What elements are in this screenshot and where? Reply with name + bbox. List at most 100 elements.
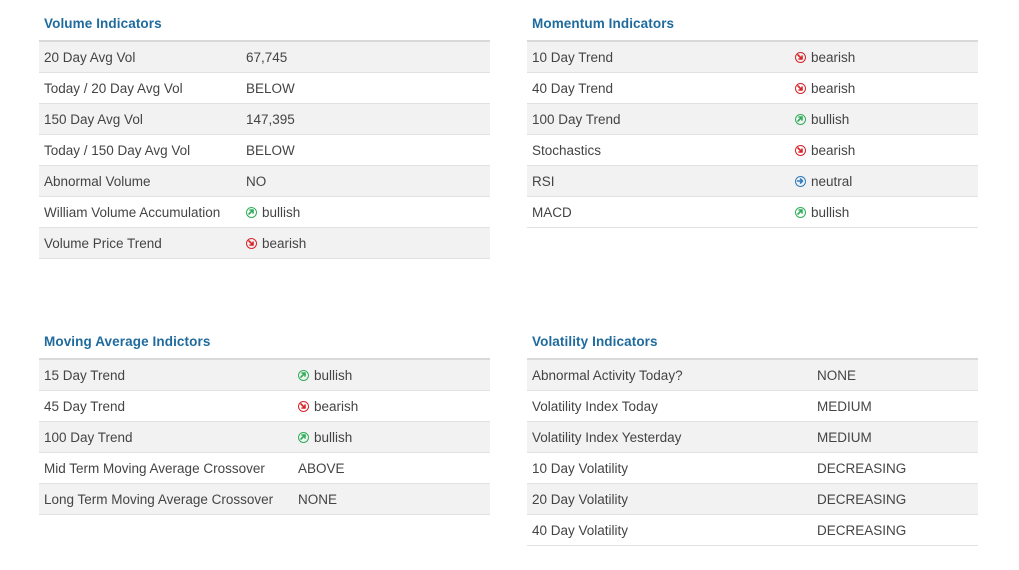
table-row: Abnormal Activity Today? NONE [527, 360, 978, 391]
table-row: 15 Day Trend bullish [39, 360, 490, 391]
neutral-arrow-icon [795, 175, 806, 187]
indicator-value: MEDIUM [817, 429, 872, 445]
bullish-arrow-icon [795, 113, 806, 125]
indicator-label: Stochastics [532, 142, 602, 158]
indicator-label: 10 Day Volatility [532, 460, 629, 476]
indicator-table: 10 Day Trend bearish 40 Day Trend bearish 10… [527, 40, 978, 228]
indicator-label: 40 Day Trend [532, 80, 614, 96]
indicator-value-cell: DECREASING [817, 461, 906, 476]
bearish-arrow-icon [298, 400, 309, 412]
table-row: Volume Price Trend bearish [39, 228, 490, 259]
indicator-label: 15 Day Trend [44, 367, 126, 383]
indicator-label: Abnormal Volume [44, 173, 151, 189]
table-row: Volatility Index Yesterday MEDIUM [527, 422, 978, 453]
indicator-value-cell: DECREASING [817, 492, 906, 507]
indicator-label: Abnormal Activity Today? [532, 367, 683, 383]
indicator-value-cell: 67,745 [246, 50, 287, 65]
indicator-value: NONE [817, 367, 857, 383]
indicator-value: 67,745 [246, 49, 288, 65]
table-row: 150 Day Avg Vol 147,395 [39, 104, 490, 135]
indicator-value-cell: MEDIUM [817, 399, 872, 414]
indicator-value-cell: neutral [795, 174, 852, 189]
indicator-value-cell: bearish [795, 50, 855, 65]
indicator-label: 10 Day Trend [532, 49, 614, 65]
indicator-value-cell: 147,395 [246, 112, 295, 127]
table-row: Today / 150 Day Avg Vol BELOW [39, 135, 490, 166]
indicator-value: bullish [314, 367, 353, 383]
panel-title: Moving Average Indictors [44, 334, 211, 349]
bullish-arrow-icon [298, 369, 309, 381]
panel-title: Volume Indicators [44, 16, 162, 31]
indicator-value-cell: bearish [298, 399, 358, 414]
table-row: Mid Term Moving Average Crossover ABOVE [39, 453, 490, 484]
indicator-value-cell: NONE [298, 492, 337, 507]
indicator-label: Volatility Index Yesterday [532, 429, 682, 445]
indicator-label: Mid Term Moving Average Crossover [44, 460, 265, 476]
indicator-value-cell: MEDIUM [817, 430, 872, 445]
moving-average-indicators-panel: Moving Average Indictors 15 Day Trend bul… [39, 318, 490, 515]
table-row: Long Term Moving Average Crossover NONE [39, 484, 490, 515]
indicator-value: bearish [314, 398, 359, 414]
table-row: William Volume Accumulation bullish [39, 197, 490, 228]
indicator-label: Volume Price Trend [44, 235, 162, 251]
indicator-label: 100 Day Trend [532, 111, 621, 127]
indicator-label: Today / 20 Day Avg Vol [44, 80, 183, 96]
indicator-value: MEDIUM [817, 398, 872, 414]
table-row: 20 Day Volatility DECREASING [527, 484, 978, 515]
indicator-value-cell: bullish [795, 112, 849, 127]
table-row: 100 Day Trend bullish [39, 422, 490, 453]
indicator-value: DECREASING [817, 522, 907, 538]
table-row: Abnormal Volume NO [39, 166, 490, 197]
indicator-table: Abnormal Activity Today? NONE Volatility I… [527, 358, 978, 546]
indicator-label: Long Term Moving Average Crossover [44, 491, 274, 507]
bearish-arrow-icon [795, 144, 806, 156]
indicator-value-cell: bullish [298, 430, 352, 445]
indicator-value: bullish [811, 111, 850, 127]
indicator-value: DECREASING [817, 460, 907, 476]
indicator-table: 15 Day Trend bullish 45 Day Trend bearish 10… [39, 358, 490, 515]
indicator-value: neutral [811, 173, 853, 189]
indicator-value: bullish [262, 204, 301, 220]
bearish-arrow-icon [795, 51, 806, 63]
table-row: 100 Day Trend bullish [527, 104, 978, 135]
indicator-value: BELOW [246, 142, 295, 158]
table-row: 10 Day Volatility DECREASING [527, 453, 978, 484]
table-row: 45 Day Trend bearish [39, 391, 490, 422]
table-row: Stochastics bearish [527, 135, 978, 166]
indicator-value: ABOVE [298, 460, 345, 476]
indicator-value: NONE [298, 491, 338, 507]
indicator-label: William Volume Accumulation [44, 204, 221, 220]
indicator-value-cell: bullish [298, 368, 352, 383]
table-row: 10 Day Trend bearish [527, 42, 978, 73]
indicator-value: NO [246, 173, 267, 189]
panel-title: Momentum Indicators [532, 16, 675, 31]
indicator-value-cell: bullish [795, 205, 849, 220]
volatility-indicators-panel: Volatility Indicators Abnormal Activity … [527, 318, 978, 546]
table-row: RSI neutral [527, 166, 978, 197]
indicator-value-cell: NONE [817, 368, 856, 383]
indicator-value: DECREASING [817, 491, 907, 507]
indicator-label: 40 Day Volatility [532, 522, 629, 538]
indicator-value: bullish [811, 204, 850, 220]
bullish-arrow-icon [795, 206, 806, 218]
table-row: Today / 20 Day Avg Vol BELOW [39, 73, 490, 104]
indicator-label: 45 Day Trend [44, 398, 126, 414]
momentum-indicators-panel: Momentum Indicators 10 Day Trend bearish 4… [527, 0, 978, 228]
indicator-value-cell: bullish [246, 205, 300, 220]
volume-indicators-panel: Volume Indicators 20 Day Avg Vol 67,745 To… [39, 0, 490, 259]
bullish-arrow-icon [298, 431, 309, 443]
indicator-table: 20 Day Avg Vol 67,745 Today / 20 Day Avg V… [39, 40, 490, 259]
indicator-value-cell: NO [246, 174, 266, 189]
table-row: 40 Day Trend bearish [527, 73, 978, 104]
indicator-value: bullish [314, 429, 353, 445]
table-row: MACD bullish [527, 197, 978, 228]
indicator-label: 100 Day Trend [44, 429, 133, 445]
indicator-value: bearish [811, 142, 856, 158]
panel-title: Volatility Indicators [532, 334, 658, 349]
indicator-value-cell: bearish [795, 81, 855, 96]
bearish-arrow-icon [246, 237, 257, 249]
indicator-label: 20 Day Volatility [532, 491, 629, 507]
indicator-value: BELOW [246, 80, 295, 96]
indicator-value-cell: BELOW [246, 143, 295, 158]
indicator-value: bearish [811, 49, 856, 65]
